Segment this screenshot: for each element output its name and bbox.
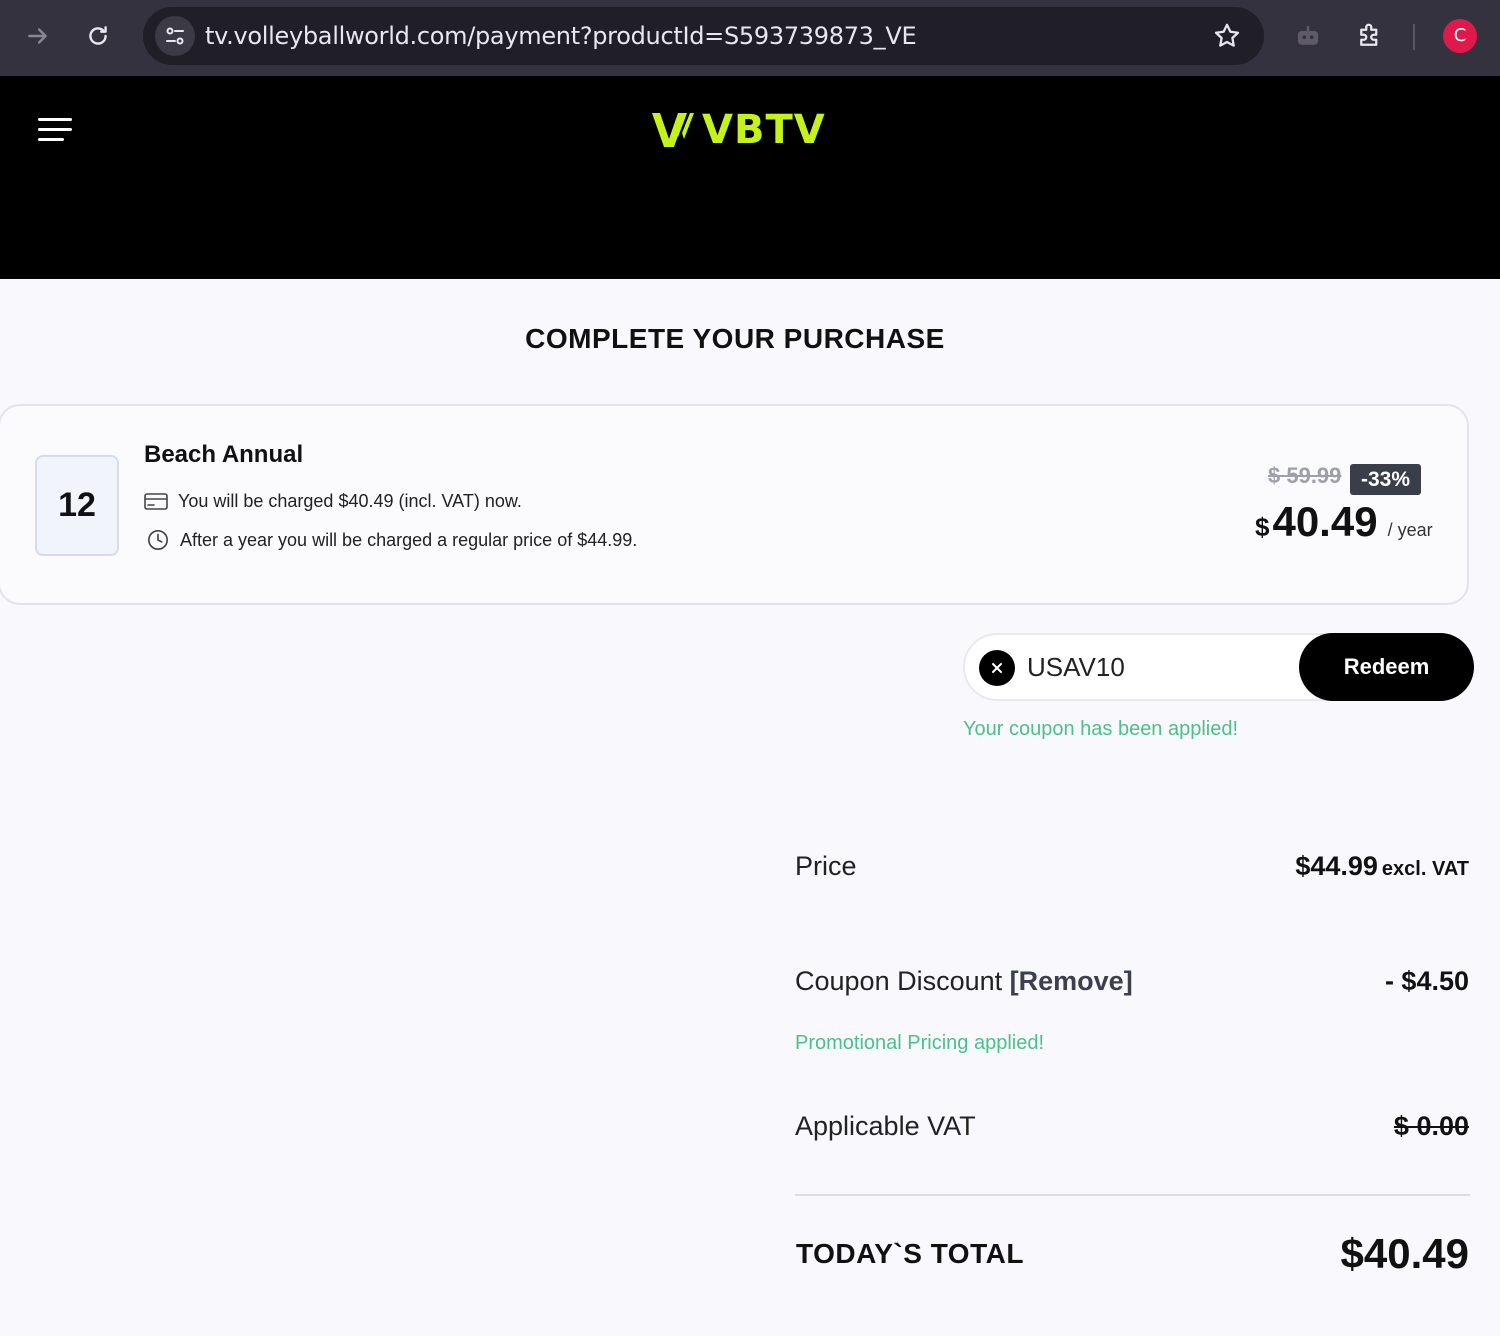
duration-badge: 12 [35, 455, 119, 556]
vbtv-logo-icon [652, 113, 694, 147]
forward-button[interactable] [16, 14, 60, 58]
browser-toolbar: tv.volleyballworld.com/payment?productId… [0, 0, 1500, 76]
toolbar-separator [1413, 24, 1415, 50]
reload-button[interactable] [76, 14, 120, 58]
menu-icon-bar [38, 128, 72, 131]
bookmark-button[interactable] [1212, 21, 1242, 51]
clock-icon [146, 528, 170, 552]
redeem-button[interactable]: Redeem [1299, 633, 1474, 701]
total-value: $40.49 [1340, 1230, 1469, 1277]
discounted-price: $ 40.49 / year [1255, 498, 1433, 546]
coupon-discount-value: - $4.50 [1384, 966, 1469, 996]
menu-icon [38, 118, 72, 121]
arrow-right-icon [28, 28, 47, 44]
puzzle-icon [1360, 23, 1378, 46]
vat-label: Applicable VAT [795, 1111, 976, 1141]
promo-message: Promotional Pricing applied! [795, 1032, 1045, 1054]
extensions-menu-button[interactable] [1352, 18, 1388, 54]
coupon-input[interactable] [1027, 643, 1287, 691]
price-amount: 40.49 [1272, 498, 1378, 545]
robot-icon [1298, 26, 1318, 45]
total-label: TODAY`S TOTAL [796, 1238, 1024, 1269]
star-icon [1214, 23, 1240, 47]
logo-text: VBTV [702, 107, 826, 153]
renewal-info: After a year you will be charged a regul… [144, 528, 637, 552]
profile-avatar[interactable]: C [1443, 19, 1477, 53]
coupon-discount-label: Coupon Discount [Remove] [795, 966, 1133, 997]
reload-icon [89, 26, 107, 45]
tune-icon [166, 27, 184, 45]
price-vat-note: excl. VAT [1381, 858, 1469, 880]
charge-note: You will be charged $40.49 (incl. VAT) n… [178, 490, 522, 511]
menu-button[interactable] [38, 118, 74, 144]
coupon-success-message: Your coupon has been applied! [963, 718, 1239, 740]
remove-coupon-link[interactable]: [Remove] [1010, 966, 1133, 996]
price-value-amount: $44.99 [1295, 851, 1378, 881]
price-label: Price [795, 851, 857, 881]
clear-coupon-button[interactable] [979, 650, 1015, 686]
price-currency: $ [1255, 512, 1270, 542]
menu-icon-bar [38, 138, 64, 141]
address-bar[interactable]: tv.volleyballworld.com/payment?productId… [143, 7, 1264, 65]
credit-card-icon [144, 489, 168, 513]
site-info-button[interactable] [155, 16, 195, 56]
summary-divider [795, 1194, 1470, 1196]
extension-button[interactable] [1290, 18, 1326, 54]
charge-info: You will be charged $40.49 (incl. VAT) n… [144, 489, 522, 513]
page-title: COMPLETE YOUR PURCHASE [525, 323, 945, 354]
vat-value: $ 0.00 [1393, 1111, 1469, 1141]
price-period: / year [1387, 520, 1433, 540]
discount-badge: -33% [1350, 464, 1421, 495]
original-price: $ 59.99 [1268, 463, 1342, 488]
renewal-note: After a year you will be charged a regul… [180, 529, 638, 550]
vbtv-logo[interactable]: VBTV [650, 107, 826, 153]
price-value: $44.99 excl. VAT [1295, 851, 1469, 882]
url-text[interactable]: tv.volleyballworld.com/payment?productId… [205, 7, 917, 65]
coupon-discount-text: Coupon Discount [795, 966, 1003, 996]
close-icon [992, 663, 1002, 673]
product-name: Beach Annual [144, 441, 304, 468]
